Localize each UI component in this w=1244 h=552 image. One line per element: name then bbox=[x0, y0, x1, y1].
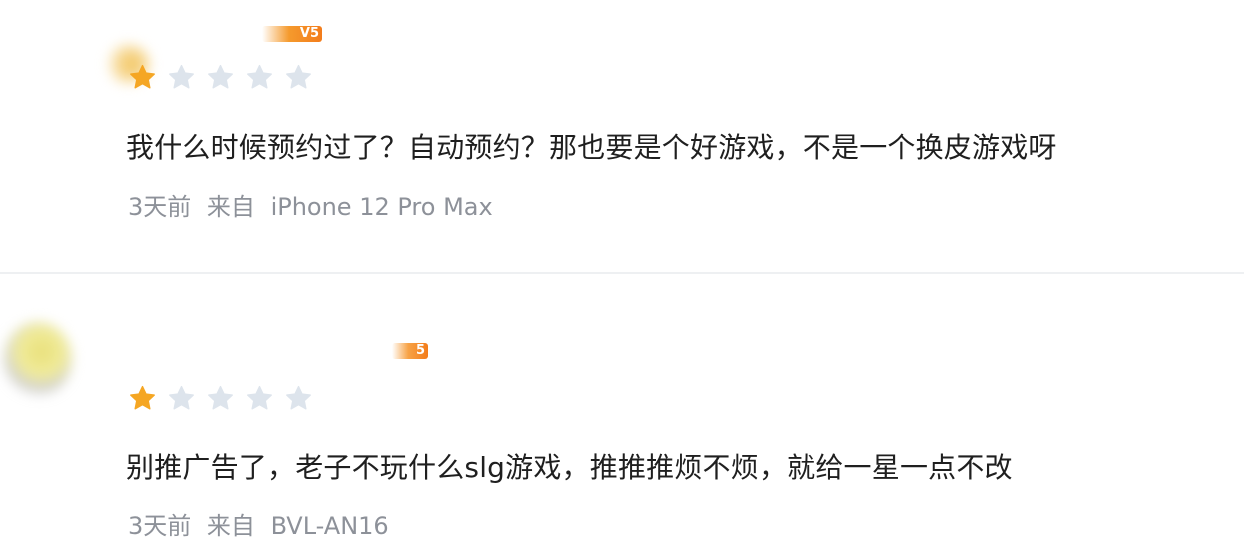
review-meta: 3天前 来自 BVL-AN16 bbox=[128, 506, 389, 541]
star-rating bbox=[128, 384, 313, 413]
review-device: BVL-AN16 bbox=[270, 512, 389, 540]
star-filled-icon bbox=[130, 385, 155, 410]
star-empty-icon bbox=[208, 64, 233, 89]
review-source-prefix: 来自 bbox=[206, 193, 255, 221]
review-device: iPhone 12 Pro Max bbox=[270, 193, 493, 221]
star-empty-icon bbox=[208, 385, 233, 410]
level-badge: 5 bbox=[392, 343, 428, 359]
review-time: 3天前 bbox=[128, 512, 192, 540]
star-empty-icon bbox=[286, 385, 311, 410]
star-empty-icon bbox=[286, 64, 311, 89]
review-source-prefix: 来自 bbox=[206, 512, 255, 540]
review-meta: 3天前 来自 iPhone 12 Pro Max bbox=[128, 187, 493, 222]
star-empty-icon bbox=[247, 64, 272, 89]
review-list: V5 我什么时候预约过了？自动预约？那也要是个好游戏，不是一个换皮游戏呀 3天前… bbox=[0, 0, 1244, 552]
star-filled-icon bbox=[130, 64, 155, 89]
star-empty-icon bbox=[169, 64, 194, 89]
avatar[interactable] bbox=[4, 322, 72, 396]
star-rating bbox=[128, 63, 313, 92]
level-badge: V5 bbox=[262, 26, 322, 42]
star-empty-icon bbox=[169, 385, 194, 410]
review-card: V5 我什么时候预约过了？自动预约？那也要是个好游戏，不是一个换皮游戏呀 3天前… bbox=[0, 0, 1244, 272]
star-empty-icon bbox=[247, 385, 272, 410]
review-time: 3天前 bbox=[128, 193, 192, 221]
review-card: 5 别推广告了，老子不玩什么slg游戏，推推推烦不烦，就给一星一点不改 3天前 … bbox=[0, 274, 1244, 552]
review-text: 别推广告了，老子不玩什么slg游戏，推推推烦不烦，就给一星一点不改 bbox=[126, 451, 1013, 484]
review-text: 我什么时候预约过了？自动预约？那也要是个好游戏，不是一个换皮游戏呀 bbox=[126, 131, 1057, 164]
